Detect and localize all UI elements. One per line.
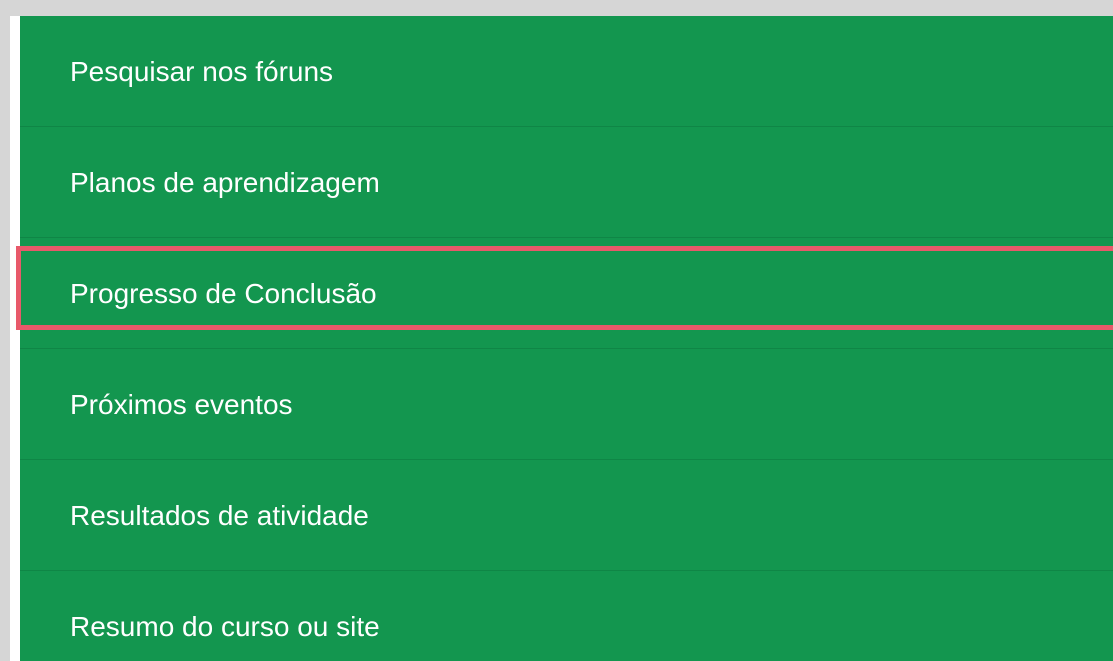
left-edge-strip	[10, 16, 20, 661]
menu-item-progresso-conclusao[interactable]: Progresso de Conclusão	[20, 238, 1113, 349]
menu-item-label: Resumo do curso ou site	[70, 611, 380, 642]
menu-item-planos-aprendizagem[interactable]: Planos de aprendizagem	[20, 127, 1113, 238]
menu-item-label: Próximos eventos	[70, 389, 293, 420]
menu-item-resumo-curso-site[interactable]: Resumo do curso ou site	[20, 571, 1113, 661]
block-menu-list: Pesquisar nos fóruns Planos de aprendiza…	[20, 16, 1113, 661]
menu-item-label: Pesquisar nos fóruns	[70, 56, 334, 87]
menu-item-pesquisar-foruns[interactable]: Pesquisar nos fóruns	[20, 16, 1113, 127]
menu-item-resultados-atividade[interactable]: Resultados de atividade	[20, 460, 1113, 571]
menu-item-label: Resultados de atividade	[70, 500, 369, 531]
menu-item-label: Planos de aprendizagem	[70, 167, 380, 198]
screenshot-frame: Pesquisar nos fóruns Planos de aprendiza…	[0, 0, 1113, 661]
menu-item-label: Progresso de Conclusão	[70, 278, 377, 309]
menu-item-proximos-eventos[interactable]: Próximos eventos	[20, 349, 1113, 460]
